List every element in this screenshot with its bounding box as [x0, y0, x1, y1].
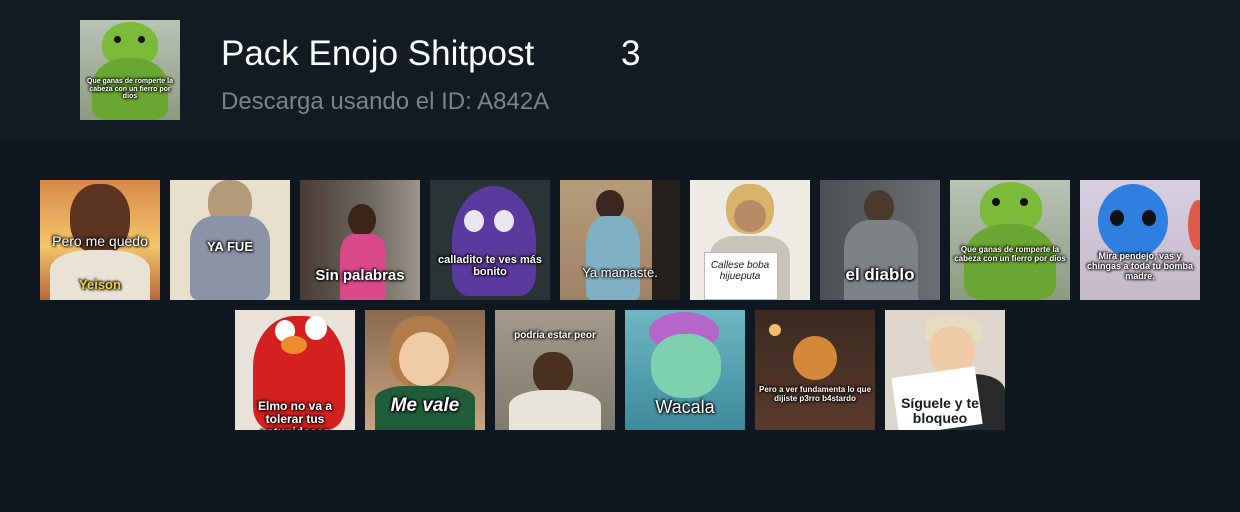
- pack-header: Que ganas de romperte la cabeza con un f…: [0, 0, 1240, 142]
- sticker-mira-pendejo[interactable]: Mira pendejo, vas y chingas a toda tu bo…: [1080, 180, 1200, 300]
- pack-download-id: Descarga usando el ID: A842A: [221, 88, 550, 115]
- sticker-pero-me-quedo[interactable]: Pero me quedo Yeison: [40, 180, 160, 300]
- sticker-caption: Pero me quedo: [52, 233, 148, 249]
- sticker-callese-boba[interactable]: Callese boba hijueputa: [690, 180, 810, 300]
- sticker-fundamenta[interactable]: Pero a ver fundamenta lo que dijiste p3r…: [755, 310, 875, 430]
- pack-cover-caption: Que ganas de romperte la cabeza con un f…: [87, 78, 173, 101]
- sticker-caption: Mira pendejo, vas y chingas a toda tu bo…: [1086, 251, 1193, 281]
- sticker-que-ganas[interactable]: Que ganas de romperte la cabeza con un f…: [950, 180, 1070, 300]
- sticker-caption-2: Yeison: [79, 277, 121, 292]
- sticker-calladito[interactable]: calladito te ves más bonito: [430, 180, 550, 300]
- sticker-caption: YA FUE: [207, 239, 253, 254]
- sticker-ya-fue[interactable]: YA FUE: [170, 180, 290, 300]
- sticker-caption: Que ganas de romperte la cabeza con un f…: [954, 245, 1066, 263]
- pack-cover-image: Que ganas de romperte la cabeza con un f…: [80, 20, 180, 120]
- sticker-caption: Pero a ver fundamenta lo que dijiste p3r…: [758, 385, 872, 403]
- sticker-ya-mamaste[interactable]: Ya mamaste.: [560, 180, 680, 300]
- pack-title: Pack Enojo Shitpost: [221, 34, 535, 73]
- sticker-sin-palabras[interactable]: Sin palabras: [300, 180, 420, 300]
- sticker-caption: Sin palabras: [315, 267, 405, 284]
- sticker-el-diablo[interactable]: el diablo: [820, 180, 940, 300]
- sticker-caption: Síguele y te bloqueo: [901, 395, 979, 427]
- sticker-caption: calladito te ves más bonito: [438, 254, 542, 279]
- sticker-elmo[interactable]: Elmo no va a tolerar tus estupideces: [235, 310, 355, 430]
- sticker-grid: Pero me quedo Yeison YA FUE Sin palabras…: [0, 142, 1240, 512]
- sticker-caption: Callese boba hijueputa: [710, 260, 770, 282]
- sticker-siguele[interactable]: Síguele y te bloqueo: [885, 310, 1005, 430]
- sticker-caption: Wacala: [655, 397, 715, 417]
- sticker-caption: el diablo: [845, 265, 915, 284]
- sticker-me-vale[interactable]: Me vale: [365, 310, 485, 430]
- sticker-caption: Ya mamaste.: [582, 265, 658, 280]
- sticker-caption: Me vale: [390, 395, 460, 416]
- sticker-wacala[interactable]: Wacala: [625, 310, 745, 430]
- pack-sticker-count: 3: [621, 34, 641, 73]
- sticker-podria-estar-peor[interactable]: podria estar peor: [495, 310, 615, 430]
- sticker-caption: podria estar peor: [514, 330, 596, 341]
- sticker-caption: Elmo no va a tolerar tus estupideces: [257, 399, 333, 430]
